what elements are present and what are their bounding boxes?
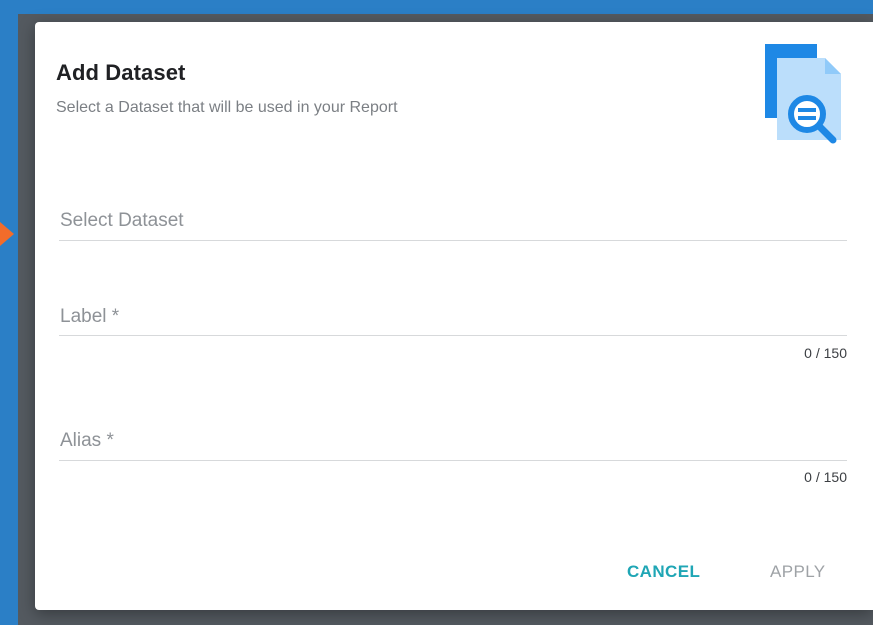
apply-button[interactable]: APPLY (770, 562, 826, 582)
alias-field[interactable]: Alias * (59, 424, 847, 462)
dialog-title: Add Dataset (56, 60, 186, 85)
label-field[interactable]: Label * (59, 300, 847, 338)
label-char-counter: 0 / 150 (804, 345, 847, 361)
alias-underline (59, 460, 847, 461)
select-dataset-placeholder: Select Dataset (60, 210, 184, 231)
select-dataset-field[interactable]: Select Dataset (59, 204, 847, 242)
add-dataset-dialog: Add Dataset Select a Dataset that will b… (35, 22, 873, 610)
label-placeholder: Label * (60, 306, 120, 327)
select-dataset-underline (59, 240, 847, 241)
dialog-subtitle: Select a Dataset that will be used in yo… (56, 99, 398, 116)
alias-char-counter: 0 / 150 (804, 469, 847, 485)
background-left-bar (0, 0, 18, 625)
alias-placeholder: Alias * (60, 430, 114, 451)
cancel-button[interactable]: CANCEL (627, 562, 700, 582)
background-top-bar (0, 0, 873, 14)
background-arrow-marker (0, 222, 14, 246)
dataset-search-icon (763, 44, 849, 144)
label-underline (59, 335, 847, 336)
background-page: Add Dataset Select a Dataset that will b… (0, 0, 873, 625)
